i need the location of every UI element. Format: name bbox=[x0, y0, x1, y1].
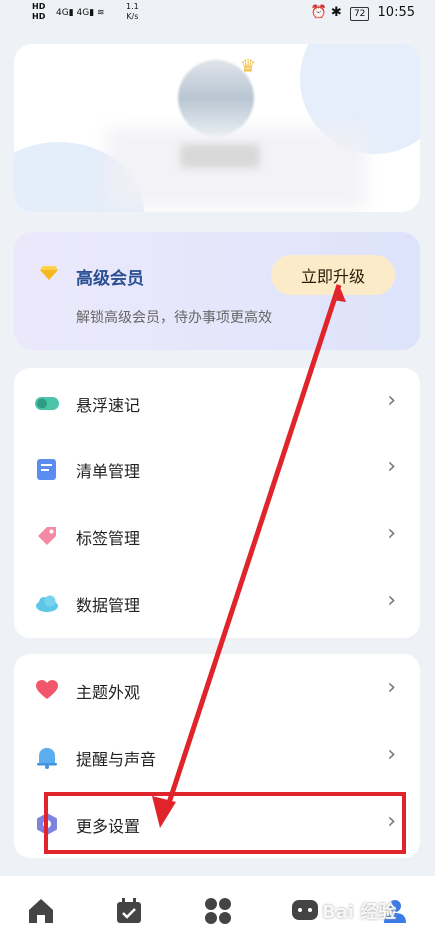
chat-icon[interactable] bbox=[290, 896, 320, 926]
highlight-box bbox=[44, 792, 406, 854]
home-icon[interactable] bbox=[26, 896, 56, 926]
apps-grid-icon[interactable] bbox=[203, 896, 233, 926]
watermark: Bai 经验 bbox=[322, 902, 397, 923]
calendar-icon[interactable] bbox=[114, 896, 144, 926]
